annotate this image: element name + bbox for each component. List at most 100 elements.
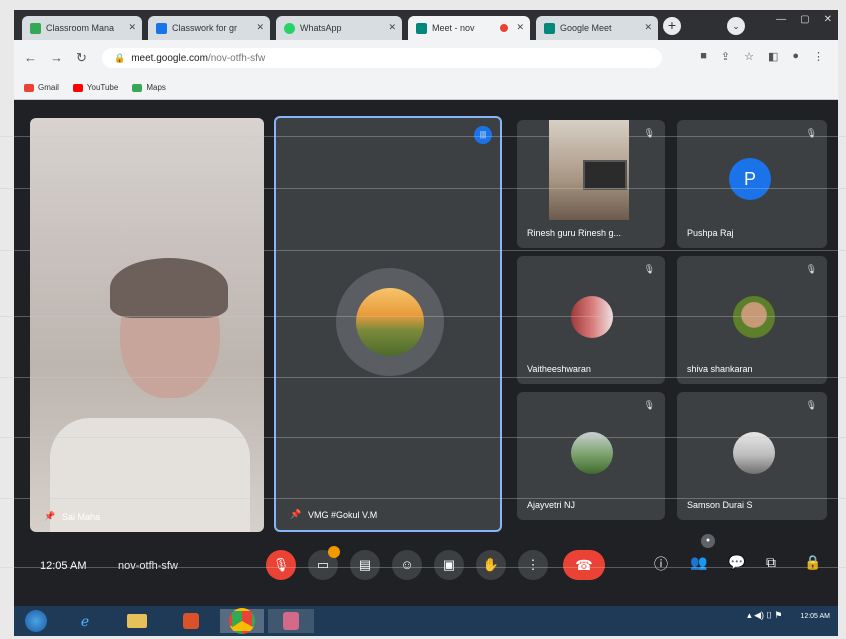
participant-tile[interactable]: 🎙 Vaitheeshwaran: [517, 256, 665, 384]
chrome-button[interactable]: [220, 608, 264, 634]
mic-off-icon: 🎙: [805, 400, 817, 410]
close-icon[interactable]: ✕: [128, 22, 136, 33]
tab-label: Classroom Mana: [46, 23, 115, 33]
tab-whatsapp[interactable]: WhatsApp ✕: [276, 16, 402, 40]
participant-name: Ajayvetri NJ: [527, 500, 576, 510]
lock-icon: 🔒: [114, 53, 126, 63]
forward-icon[interactable]: →: [50, 50, 63, 65]
tab-meet-active[interactable]: Meet - nov ✕: [408, 16, 530, 40]
scan-line: [0, 567, 846, 568]
people-icon[interactable]: 👥: [690, 554, 707, 571]
bookmark-maps[interactable]: Maps: [132, 83, 166, 92]
close-icon[interactable]: ✕: [516, 22, 524, 33]
mic-off-icon: 🎙: [643, 264, 655, 274]
emoji-icon: ☺: [400, 557, 414, 572]
tab-google-meet[interactable]: Google Meet ✕: [536, 16, 658, 40]
more-options-button[interactable]: ⋮: [518, 550, 548, 580]
participant-tile[interactable]: 🎙 Rinesh guru Rinesh g...: [517, 120, 665, 248]
pinned-participant-tile[interactable]: ||| 📌 VMG #Gokul V.M: [274, 116, 502, 532]
start-button[interactable]: [22, 609, 50, 633]
chat-icon[interactable]: 💬: [728, 554, 745, 571]
media-player-button[interactable]: [176, 609, 206, 633]
minimize-icon[interactable]: —: [776, 14, 786, 25]
pin-icon[interactable]: 📌: [44, 511, 55, 522]
screen: Classroom Mana ✕ Classwork for gr ✕ What…: [14, 10, 838, 606]
tab-label: WhatsApp: [300, 23, 342, 33]
close-icon[interactable]: ✕: [644, 22, 652, 33]
reload-icon[interactable]: ↻: [76, 50, 87, 66]
menu-icon[interactable]: ⋮: [813, 50, 824, 63]
meeting-time: 12:05 AM: [40, 560, 87, 572]
captions-icon: ▤: [358, 557, 372, 572]
folder-icon: [127, 614, 147, 628]
mic-off-icon: 🎙: [805, 264, 817, 274]
participant-name: shiva shankaran: [687, 364, 753, 374]
chevron-down-icon[interactable]: ⌄: [727, 17, 745, 35]
video-hair: [110, 258, 228, 318]
maximize-icon[interactable]: ▢: [800, 14, 809, 25]
app-button[interactable]: [268, 609, 314, 633]
avatar: [356, 288, 424, 356]
star-icon[interactable]: ☆: [744, 50, 754, 63]
participant-tile[interactable]: 🎙 shiva shankaran: [677, 256, 827, 384]
url-input[interactable]: 🔒 meet.google.com/nov-otfh-sfw: [102, 48, 662, 68]
ie-button[interactable]: ℯ: [70, 609, 100, 633]
close-icon[interactable]: ✕: [388, 22, 396, 33]
url-domain: meet.google.com: [131, 53, 208, 64]
participant-name: VMG #Gokul V.M: [308, 510, 378, 520]
participant-tile[interactable]: 🎙 Samson Durai S: [677, 392, 827, 520]
share-icon[interactable]: ⇪: [721, 50, 730, 63]
avatar: [733, 296, 775, 338]
video-feed: [549, 120, 629, 220]
info-icon[interactable]: ⓘ: [654, 554, 668, 574]
present-icon: ▣: [442, 557, 456, 572]
bookmarks-bar: Gmail YouTube Maps: [14, 76, 838, 100]
new-tab-button[interactable]: +: [663, 17, 681, 35]
raise-hand-button[interactable]: ✋: [476, 550, 506, 580]
close-window-icon[interactable]: ✕: [824, 14, 832, 25]
reactions-button[interactable]: ☺: [392, 550, 422, 580]
mic-off-icon: 🎙: [805, 128, 817, 138]
tab-classwork[interactable]: Classwork for gr ✕: [148, 16, 270, 40]
scan-line: [0, 316, 846, 317]
whatsapp-icon: [284, 22, 295, 34]
hang-up-button[interactable]: ☎: [563, 550, 605, 580]
sidepanel-icon[interactable]: ◧: [768, 50, 778, 63]
participant-name: Vaitheeshwaran: [527, 364, 591, 374]
tab-label: Classwork for gr: [172, 23, 238, 33]
meet-icon: [544, 22, 555, 34]
participant-name: Rinesh guru Rinesh g...: [527, 228, 622, 238]
classwork-icon: [156, 22, 167, 34]
captions-button[interactable]: ▤: [350, 550, 380, 580]
maps-icon: [132, 83, 143, 92]
close-icon[interactable]: ✕: [256, 22, 264, 33]
activities-icon[interactable]: ⧉: [766, 554, 776, 571]
host-controls-icon[interactable]: 🔒: [804, 554, 821, 571]
mic-off-icon: 🎙: [643, 128, 655, 138]
present-button[interactable]: ▣: [434, 550, 464, 580]
explorer-button[interactable]: [122, 609, 152, 633]
scan-line: [0, 498, 846, 499]
camera-icon: ▭: [316, 557, 330, 572]
bookmark-youtube[interactable]: YouTube: [72, 83, 118, 92]
media-icon: [183, 613, 199, 629]
window-controls: — ▢ ✕: [776, 14, 832, 25]
back-icon[interactable]: ←: [24, 50, 37, 65]
profile-icon[interactable]: ●: [792, 50, 799, 63]
avatar: [571, 432, 613, 474]
self-video-tile[interactable]: 📌 Sai Maha: [30, 118, 264, 532]
tray-icons: ▴ ◀) ⌷ ⚑: [747, 610, 783, 620]
pin-icon[interactable]: 📌: [290, 509, 301, 520]
mic-toggle-button[interactable]: 🎙: [266, 550, 296, 580]
scan-line: [0, 188, 846, 189]
hand-icon: ✋: [482, 557, 500, 572]
bookmark-gmail[interactable]: Gmail: [24, 83, 59, 92]
participant-tile[interactable]: 🎙 Ajayvetri NJ: [517, 392, 665, 520]
windows-taskbar: ℯ ▴ ◀) ⌷ ⚑ 12:05 AM: [14, 606, 838, 636]
participant-tile[interactable]: P 🎙 Pushpa Raj: [677, 120, 827, 248]
meeting-code: nov-otfh-sfw: [118, 560, 178, 572]
camera-icon[interactable]: ■: [700, 50, 707, 63]
app-icon: [283, 612, 299, 630]
tab-classroom[interactable]: Classroom Mana ✕: [22, 16, 142, 40]
system-tray: ▴ ◀) ⌷ ⚑ 12:05 AM: [747, 610, 830, 622]
